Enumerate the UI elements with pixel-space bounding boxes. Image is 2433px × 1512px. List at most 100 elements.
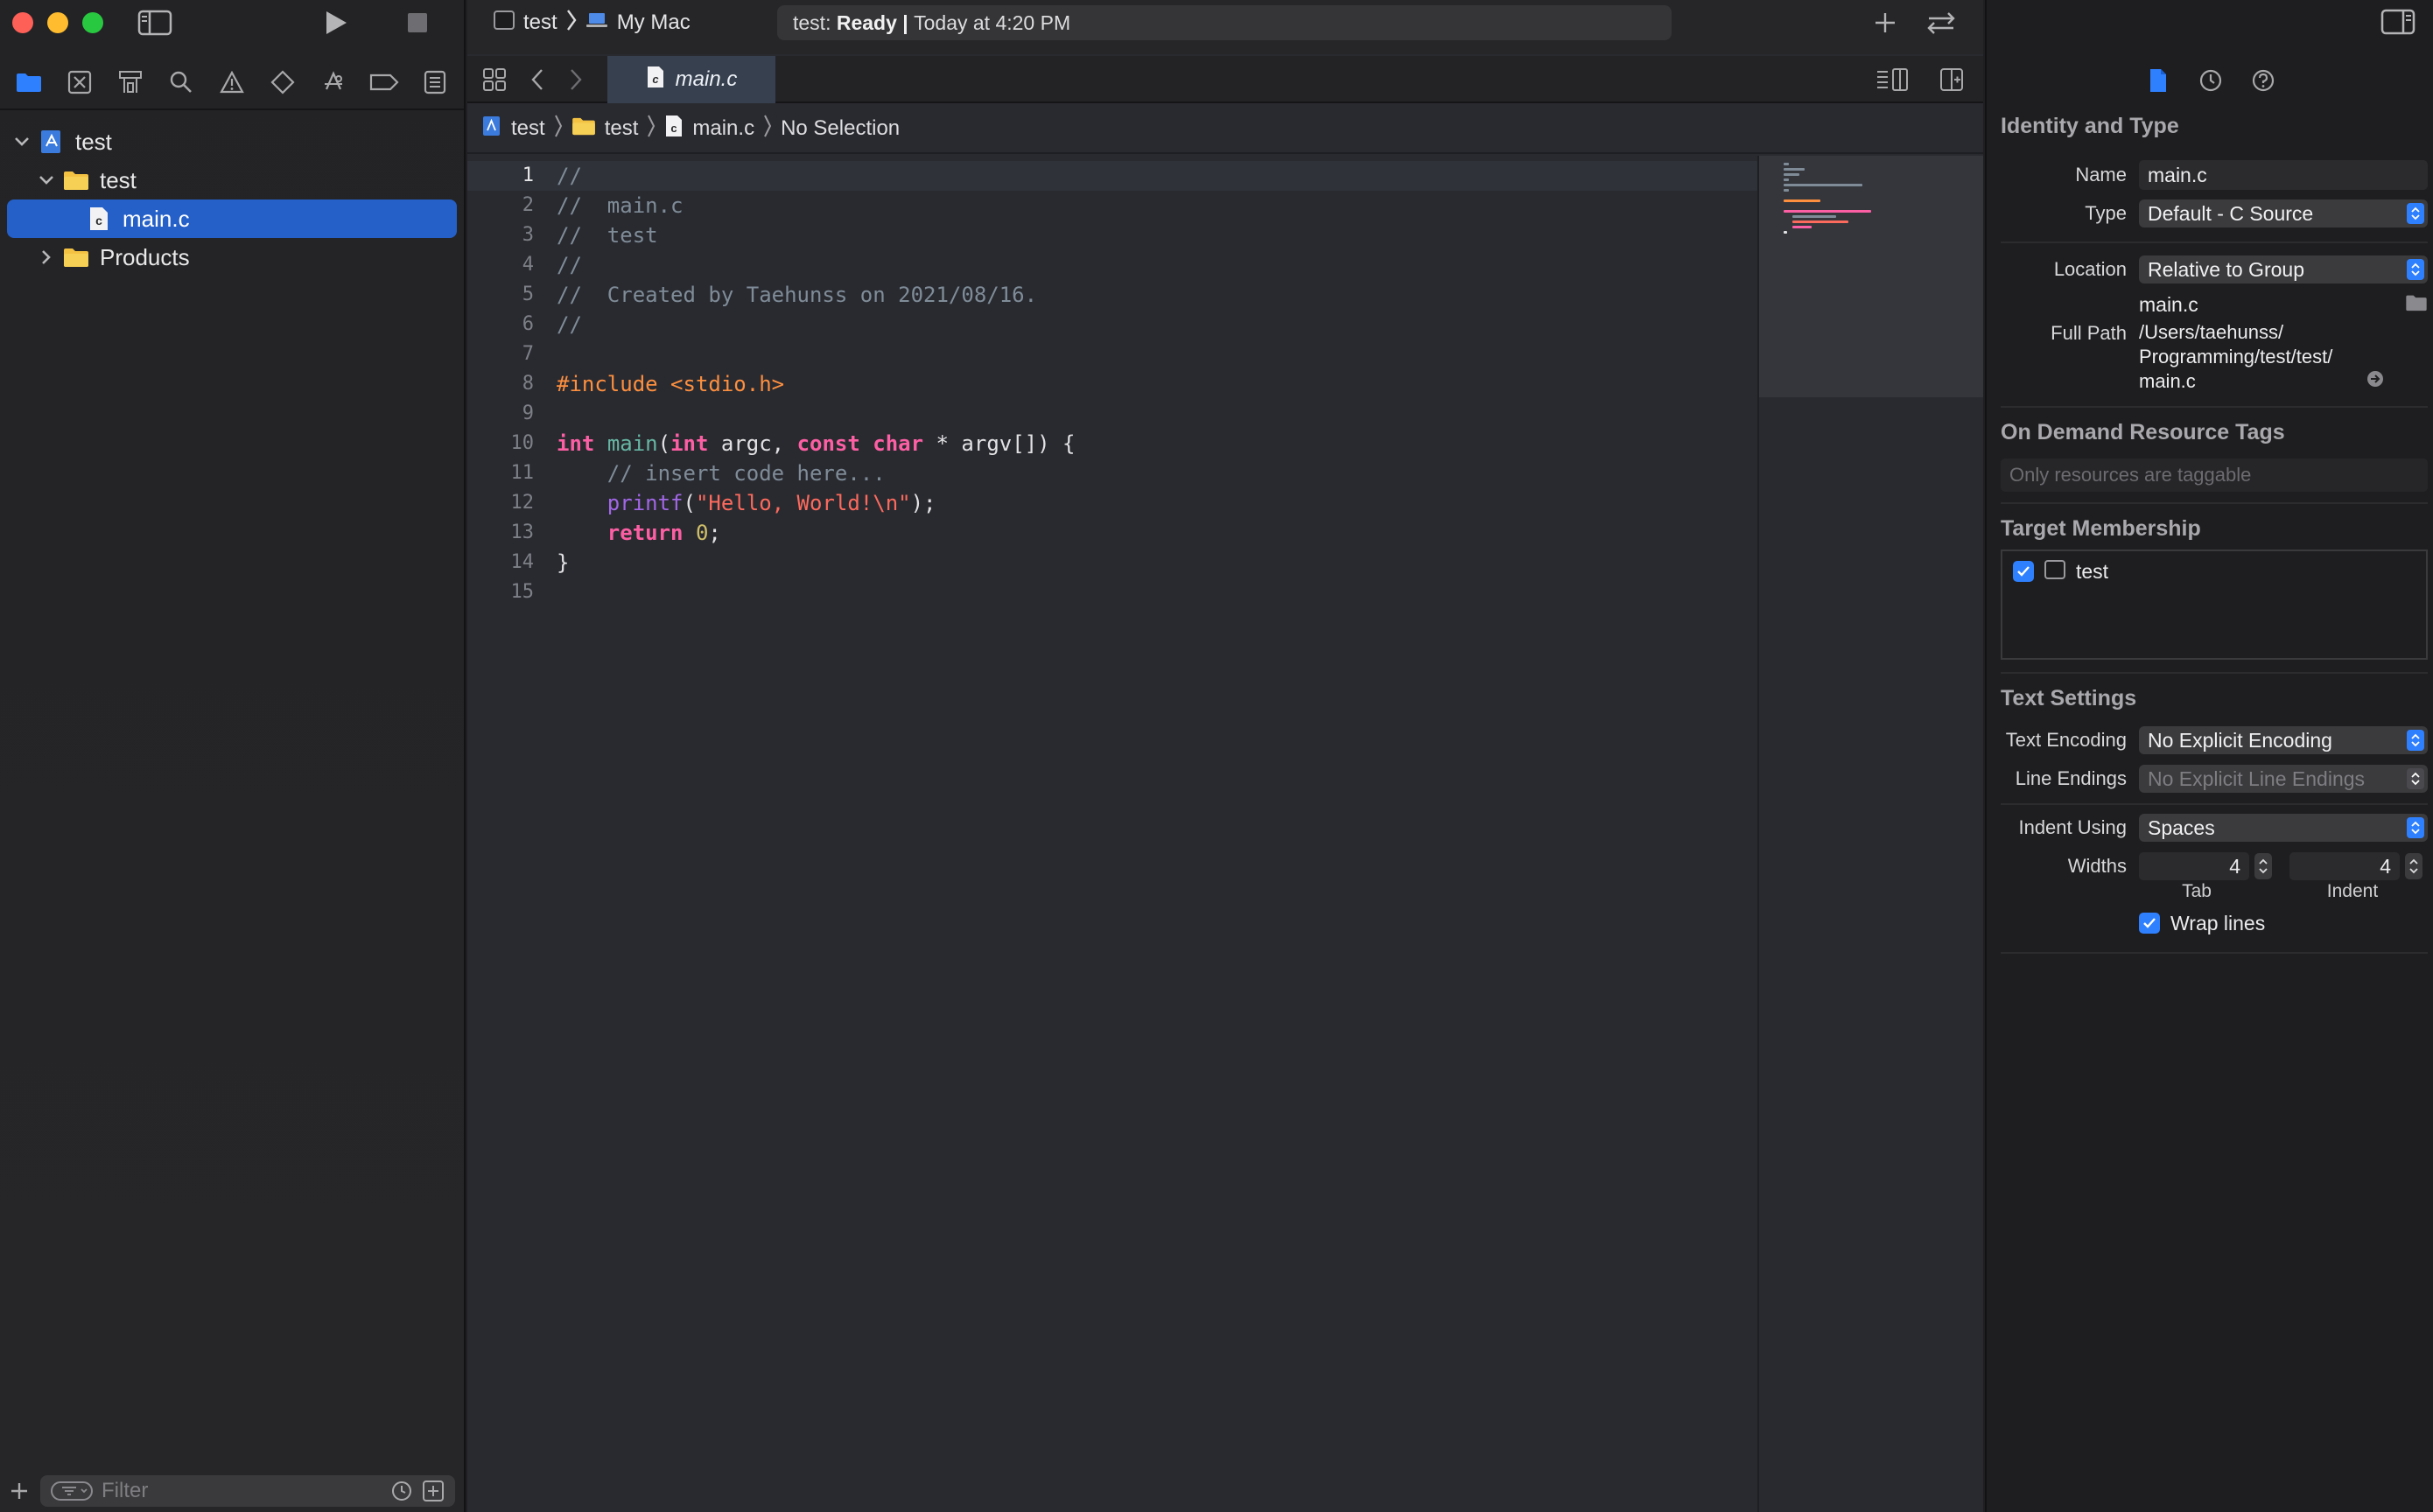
line-number[interactable]: 8 [467, 369, 534, 399]
inspector-toggle-icon[interactable] [2380, 9, 2415, 39]
window-minimize-button[interactable] [47, 12, 68, 33]
destination-name[interactable]: My Mac [617, 10, 691, 35]
minimap-line [1784, 168, 1805, 171]
debug-navigator-icon[interactable] [316, 65, 351, 100]
line-number[interactable]: 10 [467, 429, 535, 458]
grid-icon[interactable] [478, 63, 511, 96]
chevron-down-icon[interactable] [11, 130, 33, 153]
membership-row[interactable]: test [2013, 558, 2415, 584]
minimap-viewport[interactable] [1759, 156, 1983, 397]
jumpbar-group[interactable]: test [605, 116, 639, 141]
editor-options-icon[interactable] [1875, 63, 1910, 96]
indent-width-field[interactable]: 4 [2289, 852, 2400, 880]
forward-arrow-icon[interactable] [562, 63, 590, 96]
minimap-line [1784, 231, 1787, 234]
jumpbar-project[interactable]: test [511, 116, 545, 141]
source-control-filter-icon[interactable] [422, 1480, 445, 1502]
c-file-icon: c [646, 66, 665, 94]
location-row: Location Relative to Group [2001, 250, 2428, 289]
checkbox-checked-icon[interactable] [2139, 913, 2160, 934]
updown-chevron-icon [2407, 203, 2424, 224]
activity-prefix: test: [793, 10, 831, 34]
add-icon[interactable] [9, 1480, 30, 1502]
symbol-navigator-icon[interactable] [113, 65, 148, 100]
stop-button[interactable] [403, 9, 432, 37]
reveal-arrow-icon[interactable] [2366, 369, 2384, 394]
chevron-down-icon[interactable] [35, 169, 58, 192]
tab-main-c[interactable]: c main.c [607, 56, 775, 103]
name-label: Name [2075, 164, 2127, 186]
line-number[interactable]: 7 [467, 340, 534, 369]
back-arrow-icon[interactable] [523, 63, 551, 96]
source-control-navigator-icon[interactable] [62, 65, 97, 100]
odr-header: On Demand Resource Tags [2001, 419, 2285, 444]
line-number[interactable]: 2 [467, 191, 534, 220]
tree-row-group-test[interactable]: test [0, 161, 464, 200]
line-number[interactable]: 3 [467, 220, 534, 250]
filter-input[interactable]: Filter [40, 1475, 455, 1507]
minimap[interactable] [1757, 156, 1983, 1512]
scheme-name[interactable]: test [523, 10, 557, 35]
fullpath-line: /Users/taehunss/ [2139, 321, 2284, 343]
tree-row-main-c[interactable]: c main.c [7, 200, 457, 238]
odr-tags-field[interactable]: Only resources are taggable [2001, 458, 2428, 492]
line-number[interactable]: 11 [467, 458, 535, 488]
line-number[interactable]: 9 [467, 399, 534, 429]
line-number[interactable]: 15 [467, 578, 535, 607]
run-button[interactable] [319, 7, 354, 38]
line-number[interactable]: 14 [467, 548, 535, 578]
folder-reveal-icon[interactable] [2405, 294, 2428, 316]
folder-icon [63, 167, 89, 193]
find-navigator-icon[interactable] [164, 65, 199, 100]
jumpbar-selection[interactable]: No Selection [781, 116, 900, 141]
tree-row-products[interactable]: Products [0, 238, 464, 276]
breakpoint-navigator-icon[interactable] [367, 65, 402, 100]
indent-width-stepper[interactable] [2405, 853, 2422, 879]
line-number[interactable]: 4 [467, 250, 534, 280]
recent-files-icon[interactable] [390, 1480, 413, 1502]
location-file: main.c [2139, 292, 2198, 316]
line-number[interactable]: 13 [467, 518, 535, 548]
tab-width-field[interactable]: 4 [2139, 852, 2249, 880]
svg-text:c: c [652, 73, 659, 86]
history-inspector-icon[interactable] [2196, 66, 2226, 95]
tab-sublabel: Tab [2182, 881, 2212, 901]
navigator-divider [0, 108, 464, 110]
report-navigator-icon[interactable] [417, 65, 452, 100]
line-endings-popup[interactable]: No Explicit Line Endings [2139, 765, 2428, 793]
checkbox-checked-icon[interactable] [2013, 561, 2034, 582]
line-number[interactable]: 1 [467, 161, 534, 191]
library-add-button[interactable] [1868, 7, 1903, 38]
location-popup[interactable]: Relative to Group [2139, 256, 2428, 284]
tab-width-stepper[interactable] [2254, 853, 2272, 879]
play-icon [326, 11, 347, 34]
split-editor-icon[interactable] [1936, 63, 1967, 96]
issue-navigator-icon[interactable] [214, 65, 249, 100]
window-close-button[interactable] [12, 12, 33, 33]
help-inspector-icon[interactable] [2248, 66, 2278, 95]
test-navigator-icon[interactable] [265, 65, 300, 100]
folder-navigator-icon[interactable] [11, 65, 46, 100]
tree-label: test [75, 128, 112, 155]
name-field[interactable]: main.c [2139, 160, 2428, 190]
chevron-right-icon[interactable] [35, 246, 58, 269]
sidebar-toggle-icon[interactable] [137, 9, 173, 37]
line-number-gutter[interactable]: 1 2 3 4 5 6 7 8 9 10 11 12 13 14 15 [467, 161, 535, 607]
line-number[interactable]: 6 [467, 310, 534, 340]
indent-using-popup[interactable]: Spaces [2139, 814, 2428, 842]
window-zoom-button[interactable] [82, 12, 103, 33]
code-review-button[interactable] [1920, 7, 1962, 38]
wrap-lines-row[interactable]: Wrap lines [2001, 903, 2428, 943]
line-number[interactable]: 12 [467, 488, 535, 518]
updown-chevron-icon [2407, 730, 2424, 751]
identity-header: Identity and Type [2001, 113, 2179, 138]
tab-label: main.c [675, 67, 738, 91]
file-inspector-icon[interactable] [2143, 66, 2173, 95]
filter-icon[interactable] [51, 1480, 93, 1502]
scheme-selector[interactable]: test My Mac [494, 9, 691, 37]
jumpbar-file[interactable]: main.c [692, 116, 754, 141]
encoding-popup[interactable]: No Explicit Encoding [2139, 726, 2428, 754]
line-number[interactable]: 5 [467, 280, 534, 310]
type-popup[interactable]: Default - C Source [2139, 200, 2428, 228]
tree-row-project[interactable]: test [0, 122, 464, 161]
